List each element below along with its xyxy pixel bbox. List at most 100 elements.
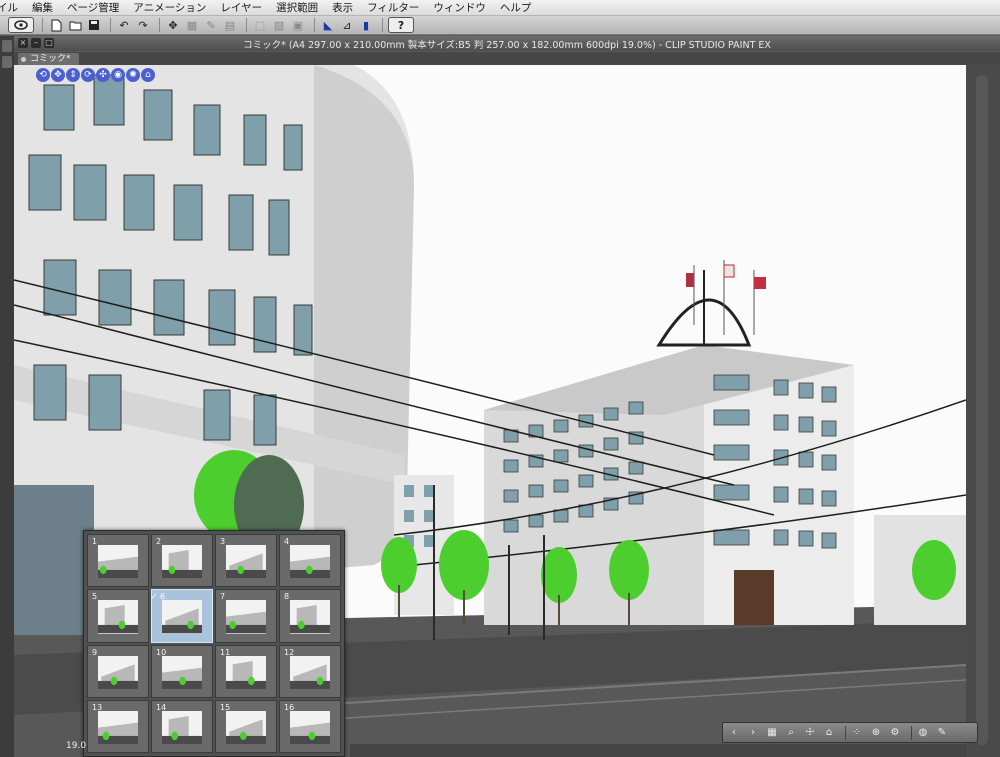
page-thumbnail[interactable]: 9 xyxy=(87,644,149,698)
camera-move-icon[interactable]: ⇕ xyxy=(66,68,80,82)
page-preview xyxy=(162,600,202,634)
page-thumbnail[interactable]: 5 xyxy=(87,589,149,643)
page-thumbnail[interactable]: 13 xyxy=(87,699,149,753)
tab-label: コミック* xyxy=(30,54,71,64)
page-number: 5 xyxy=(92,592,98,602)
deselect-icon[interactable]: ▧ xyxy=(271,18,287,32)
save-icon[interactable] xyxy=(86,18,102,32)
page-thumbnail[interactable]: 11 xyxy=(215,644,277,698)
page-preview xyxy=(226,545,266,579)
page-number: 8 xyxy=(284,592,290,602)
page-thumbnail[interactable]: 16 xyxy=(279,699,341,753)
page-thumbnail[interactable]: 12 xyxy=(279,644,341,698)
page-thumbnail[interactable]: 14 xyxy=(151,699,213,753)
page-thumbnail[interactable]: 15 xyxy=(215,699,277,753)
snap-grid-icon[interactable]: ⊿ xyxy=(339,18,355,32)
grid-icon[interactable]: ⁘ xyxy=(850,726,864,740)
page-thumbnail[interactable]: 10 xyxy=(151,644,213,698)
camera-pan-icon[interactable]: ✥ xyxy=(51,68,65,82)
page-preview xyxy=(162,710,202,744)
command-bar: ↶ ↷ ✥ ▦ ✎ ▤ ⬚ ▧ ▣ ◣ ⊿ ▮ ? xyxy=(0,16,1000,35)
new-file-icon[interactable] xyxy=(48,18,64,32)
light-sphere-icon[interactable]: ◍ xyxy=(916,726,930,740)
menu-item[interactable]: ページ管理 xyxy=(67,0,119,15)
page-number: 7 xyxy=(220,592,226,602)
app-logo-icon[interactable] xyxy=(8,17,34,33)
page-thumbnail[interactable]: 7 xyxy=(215,589,277,643)
open-file-icon[interactable] xyxy=(67,18,83,32)
fill-icon[interactable]: ✎ xyxy=(203,18,219,32)
tool-icon[interactable]: ✎ xyxy=(935,726,949,740)
stroke-icon[interactable]: ▤ xyxy=(222,18,238,32)
object-move-icon[interactable]: ✣ xyxy=(96,68,110,82)
page-thumbnail[interactable]: 8 xyxy=(279,589,341,643)
pose-icon[interactable]: ☩ xyxy=(803,726,817,740)
page-number: 3 xyxy=(220,537,226,546)
menu-item[interactable]: レイヤー xyxy=(220,0,262,15)
page-preview xyxy=(98,545,138,579)
minimize-icon[interactable]: – xyxy=(31,38,41,48)
transform-icon[interactable]: ✥ xyxy=(165,18,181,32)
camera-orbit-icon[interactable]: ⟲ xyxy=(36,68,50,82)
menu-bar: イル 編集 ページ管理 アニメーション レイヤー 選択範囲 表示 フィルター ウィンドウ ヘルプ xyxy=(0,0,1000,16)
palette-handle-icon[interactable] xyxy=(2,56,12,68)
page-thumbnail[interactable]: 2 xyxy=(151,534,213,588)
menu-item[interactable]: イル xyxy=(0,0,18,15)
page-preview xyxy=(98,710,138,744)
menu-item[interactable]: フィルター xyxy=(367,0,419,15)
document-title-bar: × – □ コミック* (A4 297.00 x 210.00mm 製本サイズ:… xyxy=(14,36,1000,51)
object-rotate-icon[interactable]: ◉ xyxy=(111,68,125,82)
menu-item[interactable]: アニメーション xyxy=(133,0,206,15)
floor-icon[interactable]: ⊕ xyxy=(869,726,883,740)
page-number: 1 xyxy=(92,537,98,546)
camera-rotate-icon[interactable]: ⟳ xyxy=(81,68,95,82)
menu-item[interactable]: 編集 xyxy=(32,0,53,15)
vertical-scrollbar[interactable] xyxy=(966,65,1000,757)
maximize-icon[interactable]: □ xyxy=(44,38,54,48)
tab-close-icon[interactable] xyxy=(21,57,26,62)
zoom-level: 19.0 xyxy=(66,741,87,751)
snap-ruler-icon[interactable]: ◣ xyxy=(320,18,336,32)
settings-icon[interactable]: ⚙ xyxy=(888,726,902,740)
scene-icon[interactable]: ⌂ xyxy=(141,68,155,82)
snap-perspective-icon[interactable]: ▮ xyxy=(358,18,374,32)
divider xyxy=(314,18,315,32)
page-preview xyxy=(290,545,330,579)
divider xyxy=(159,18,160,32)
page-thumbnail[interactable]: 4 xyxy=(279,534,341,588)
close-icon[interactable]: × xyxy=(18,38,28,48)
palette-handle-icon[interactable] xyxy=(2,40,12,52)
menu-item[interactable]: 選択範囲 xyxy=(276,0,318,15)
scroll-thumb[interactable] xyxy=(976,75,988,745)
material-icon[interactable]: ⌂ xyxy=(822,726,836,740)
redo-icon[interactable]: ↷ xyxy=(135,18,151,32)
tab-comic[interactable]: コミック* xyxy=(18,53,79,65)
list-icon[interactable]: ▦ xyxy=(765,726,779,740)
page-thumbnail[interactable]: 1 xyxy=(87,534,149,588)
divider xyxy=(911,725,912,740)
page-thumbnail-panel: 1 2 3 4 5 6 ✓ 7 8 9 10 11 12 13 14 15 16 xyxy=(83,530,345,757)
menu-item[interactable]: 表示 xyxy=(332,0,353,15)
divider xyxy=(246,18,247,32)
selection-icon[interactable]: ⬚ xyxy=(252,18,268,32)
page-preview xyxy=(226,710,266,744)
page-preview xyxy=(162,545,202,579)
page-thumbnail[interactable]: 3 xyxy=(215,534,277,588)
camera-icon[interactable]: ⌕ xyxy=(784,726,798,740)
tab-bar: コミック* xyxy=(14,52,1000,65)
light-icon[interactable]: ✺ xyxy=(126,68,140,82)
left-palette-strip xyxy=(0,36,14,757)
page-number: 4 xyxy=(284,537,290,546)
help-icon[interactable]: ? xyxy=(388,17,414,33)
menu-item[interactable]: ウィンドウ xyxy=(433,0,486,15)
next-icon[interactable]: › xyxy=(746,726,760,740)
page-preview xyxy=(98,600,138,634)
page-thumbnail[interactable]: 6 ✓ xyxy=(151,589,213,643)
camera-controls: ⟲ ✥ ⇕ ⟳ ✣ ◉ ✺ ⌂ xyxy=(36,68,156,82)
menu-item[interactable]: ヘルプ xyxy=(500,0,532,15)
undo-icon[interactable]: ↶ xyxy=(116,18,132,32)
invert-selection-icon[interactable]: ▣ xyxy=(290,18,306,32)
clear-icon[interactable]: ▦ xyxy=(184,18,200,32)
prev-icon[interactable]: ‹ xyxy=(727,726,741,740)
horizontal-scrollbar[interactable] xyxy=(350,744,966,757)
